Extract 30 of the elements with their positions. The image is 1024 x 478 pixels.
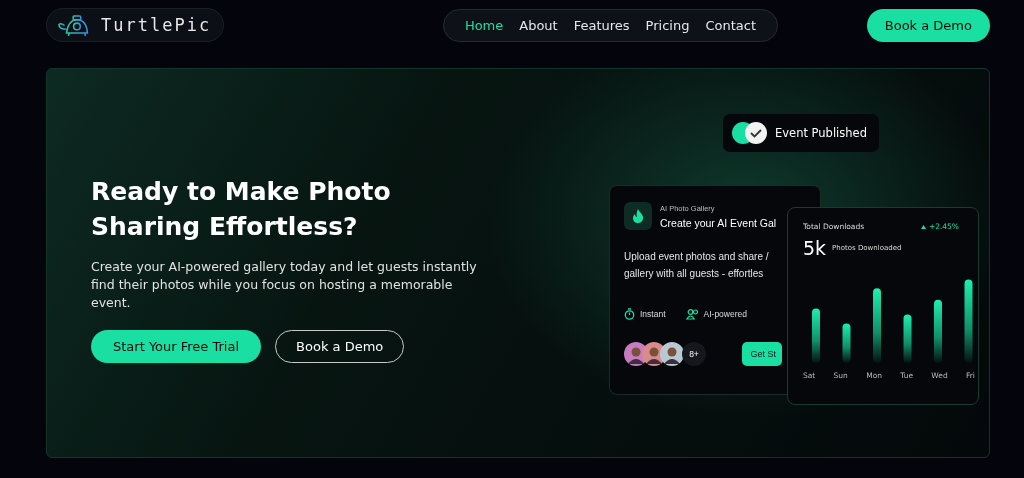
nav-link[interactable]: Pricing [638,17,697,33]
check-icon [731,121,769,145]
hero-text: Create your AI-powered gallery today and let guests instantly find their photos while you focus on hosting a memorable event. [91,257,478,312]
nav-link[interactable]: Contact [698,17,763,33]
stopwatch-icon [624,308,635,320]
nav-link[interactable]: About [512,17,565,33]
logo[interactable]: TurtlePic [46,8,225,42]
feature-label: AI-powered [703,309,747,319]
toast-text: Event Published [775,126,867,140]
people-icon [685,308,699,320]
bar [812,308,820,363]
card-text: Upload event photos and share / [624,250,770,264]
nav-link[interactable]: Features [566,17,637,33]
more-count: 8+ [682,342,706,366]
logo-text: TurtlePic [101,15,212,35]
nav-link[interactable]: Home [457,17,511,33]
free-trial-button[interactable]: Start Your Free Trial [91,329,262,363]
avatar-icon [660,342,684,366]
bar [903,314,912,363]
hero-title: Ready to Make Photo Sharing Effortless? [91,175,392,243]
card-title: Create your AI Event Gal [660,216,777,229]
get-started-button[interactable]: Get St [742,342,782,366]
book-demo-button[interactable]: Book a Demo [866,8,990,42]
bar [934,299,942,363]
up-arrow-icon [920,224,926,229]
flame-icon [624,202,652,230]
bar [842,323,851,363]
card-text: gallery with all guests - effortles [624,267,765,281]
feature-label: Instant [640,309,666,319]
downloads-value: 5k [803,237,827,259]
